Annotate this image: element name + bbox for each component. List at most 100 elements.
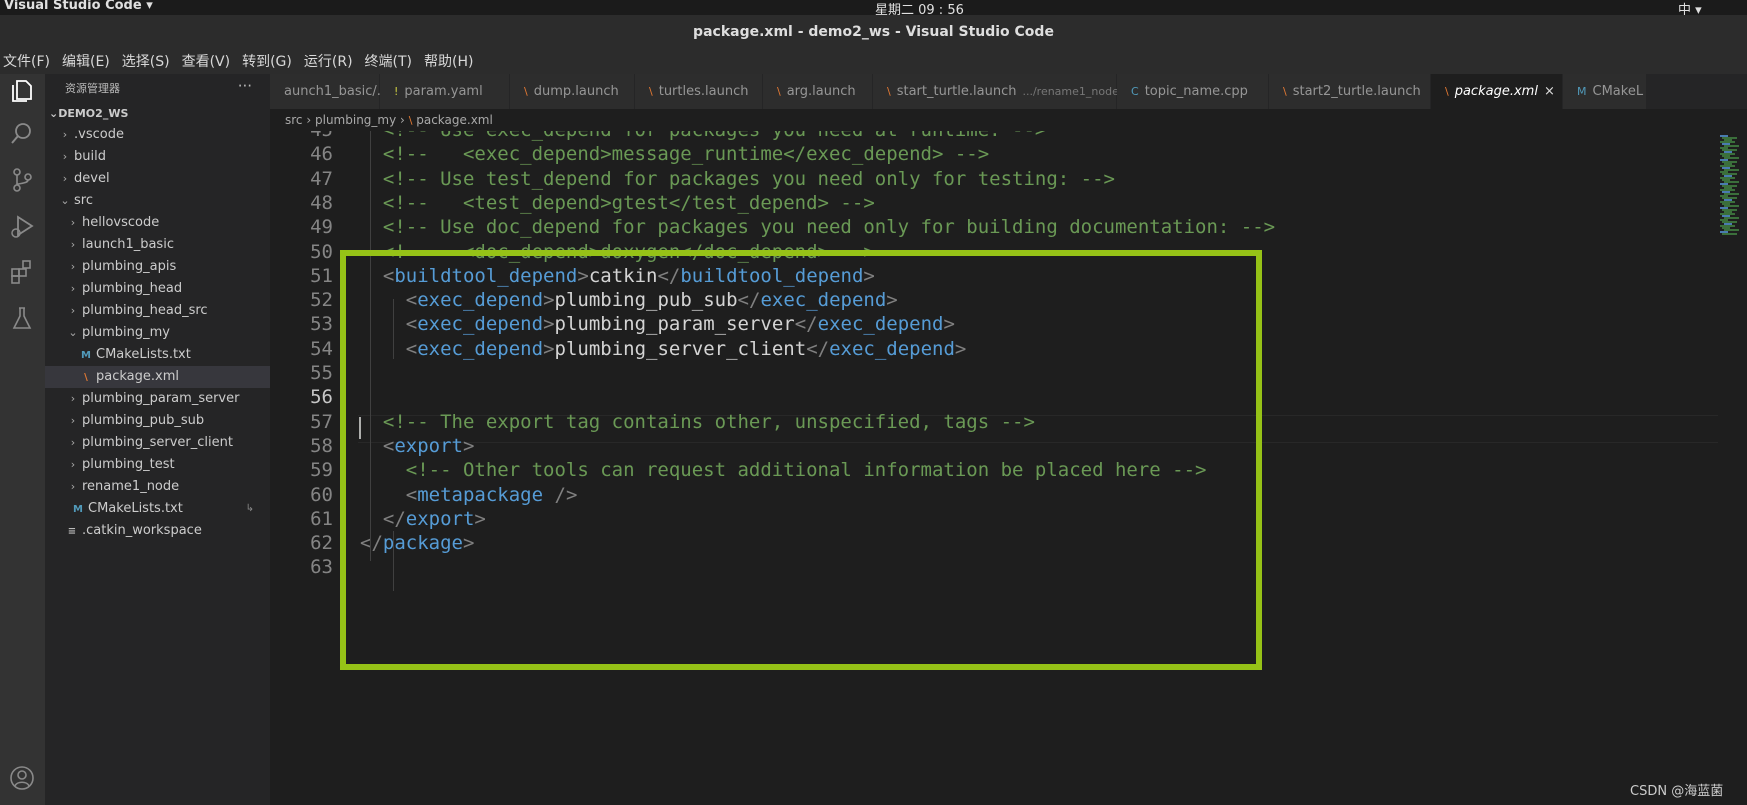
symlink-badge: ↳ (245, 503, 254, 514)
line-number: 49 (310, 216, 333, 239)
tab-label: dump.launch (533, 84, 619, 99)
close-icon[interactable]: × (1544, 84, 1555, 99)
tree-item[interactable]: ≡ .catkin_workspace (45, 520, 270, 542)
explorer-title: 资源管理器 (65, 82, 120, 95)
line-number: 52 (310, 289, 333, 312)
tree-item[interactable]: ⌄ plumbing_my (45, 322, 270, 344)
menu-item[interactable]: 终端(T) (365, 50, 412, 74)
tree-item[interactable]: › launch1_basic (45, 234, 270, 256)
editor-tab[interactable]: ! param.yaml (380, 74, 510, 109)
editor-tab[interactable]: \ package.xml × (1431, 74, 1563, 109)
editor-tab[interactable]: \ turtles.launch (635, 74, 763, 109)
tree-item[interactable]: › plumbing_head_src (45, 300, 270, 322)
tree-item-label: plumbing_server_client (82, 435, 233, 450)
line-number: 53 (310, 313, 333, 336)
window-title: package.xml - demo2_ws - Visual Studio C… (0, 15, 1747, 50)
file-tree: › .vscode › build › devel ⌄ src › hellovscode › lau… (45, 124, 270, 542)
tree-item[interactable]: › .vscode (45, 124, 270, 146)
menu-item[interactable]: 编辑(E) (62, 50, 110, 74)
chevron-right-icon: › (62, 128, 68, 141)
account-icon[interactable] (8, 764, 36, 792)
tree-item[interactable]: › plumbing_head (45, 278, 270, 300)
tree-item-label: plumbing_my (82, 325, 170, 340)
menu-item[interactable]: 运行(R) (304, 50, 353, 74)
xml-file-icon: \ (524, 85, 528, 98)
chevron-down-icon: ⌄ (68, 326, 78, 339)
explorer-sidebar: 资源管理器 ··· ⌄DEMO2_WS › .vscode › build › devel… (45, 74, 270, 805)
run-debug-icon[interactable] (8, 212, 36, 240)
chevron-right-icon: › (70, 392, 76, 405)
tree-item-label: launch1_basic (82, 237, 174, 252)
testing-icon[interactable] (8, 304, 36, 332)
editor-tab[interactable]: Ctopic_name.cpp (1117, 74, 1269, 109)
editor-tab[interactable]: aunch1_basic/... (270, 74, 389, 109)
menu-item[interactable]: 选择(S) (122, 50, 170, 74)
breadcrumb-separator: › (306, 113, 312, 127)
workspace-root[interactable]: ⌄DEMO2_WS (45, 104, 270, 124)
tree-item[interactable]: M CMakeLists.txt ↳ (45, 498, 270, 520)
code-line: 63 (270, 554, 333, 581)
breadcrumb-src[interactable]: src (285, 113, 303, 127)
xml-file-icon: \ (1283, 85, 1287, 98)
tree-item[interactable]: › devel (45, 168, 270, 190)
xml-file-icon: \ (887, 85, 891, 98)
tree-item[interactable]: › build (45, 146, 270, 168)
tree-item[interactable]: › plumbing_param_server (45, 388, 270, 410)
xml-file-icon: \ (84, 372, 88, 383)
xml-file-icon: \ (408, 114, 413, 127)
tree-item[interactable]: › plumbing_pub_sub (45, 410, 270, 432)
search-icon[interactable] (8, 120, 36, 148)
breadcrumb-plumbing-my[interactable]: plumbing_my (315, 113, 396, 127)
tree-item-label: build (74, 149, 106, 164)
tree-item[interactable]: › plumbing_test (45, 454, 270, 476)
chevron-right-icon: › (62, 172, 68, 185)
code-line: 59 <!-- Other tools can request addition… (270, 457, 1206, 484)
tree-item-label: package.xml (96, 369, 179, 384)
code-line: 55 (270, 360, 333, 387)
text-file-icon: ≡ (67, 526, 77, 537)
cmake-file-icon: M (73, 504, 83, 515)
menu-item[interactable]: 文件(F) (3, 50, 50, 74)
source-control-icon[interactable] (8, 166, 36, 194)
app-menu[interactable]: Visual Studio Code ▾ (4, 0, 153, 13)
tree-item-label: rename1_node (82, 479, 180, 494)
more-actions-icon[interactable]: ··· (238, 71, 252, 101)
code-line: 62 </package> (270, 530, 474, 557)
chevron-right-icon: › (62, 150, 68, 163)
editor-tab[interactable]: \ arg.launch (763, 74, 873, 109)
minimap[interactable] (1718, 131, 1747, 805)
tree-item-label: plumbing_head (82, 281, 183, 296)
code-line: 54 <exec_depend>plumbing_server_client</… (270, 336, 966, 363)
tree-item[interactable]: ⌄ src (45, 190, 270, 212)
menu-item[interactable]: 查看(V) (182, 50, 231, 74)
tree-item[interactable]: › plumbing_server_client (45, 432, 270, 454)
tree-item-label: plumbing_test (82, 457, 175, 472)
tree-item-label: CMakeLists.txt (96, 347, 191, 362)
code-line: 60 <metapackage /> (270, 482, 577, 509)
watermark: CSDN @海蓝菌 (1630, 784, 1724, 799)
code-text: <!-- Use doc_depend for packages you nee… (360, 216, 1276, 239)
code-line: 58 <export> (270, 433, 474, 460)
tree-item-label: plumbing_param_server (82, 391, 240, 406)
tree-item[interactable]: › plumbing_apis (45, 256, 270, 278)
files-icon[interactable] (8, 76, 36, 104)
editor-tab[interactable]: \ dump.launch (510, 74, 635, 109)
tree-item[interactable]: › hellovscode (45, 212, 270, 234)
breadcrumb-package-xml[interactable]: package.xml (416, 113, 493, 127)
editor-tab[interactable]: \ start2_turtle.launch (1269, 74, 1431, 109)
line-number: 50 (310, 240, 333, 263)
tree-item[interactable]: M CMakeLists.txt (45, 344, 270, 366)
line-number: 55 (310, 362, 333, 384)
line-number: 63 (310, 556, 333, 579)
editor-tab[interactable]: \ start_turtle.launch .../rename1_node/... (873, 74, 1133, 109)
code-line: 61 </export> (270, 506, 486, 533)
yaml-file-icon: ! (394, 85, 399, 98)
line-number: 54 (310, 337, 333, 360)
tree-item[interactable]: \ package.xml (45, 366, 270, 388)
editor-tab[interactable]: M CMakeL (1563, 74, 1647, 109)
chevron-right-icon: › (70, 260, 76, 273)
menu-item[interactable]: 帮助(H) (424, 50, 473, 74)
code-line: 53 <exec_depend>plumbing_param_server</e… (270, 311, 955, 338)
tree-item[interactable]: › rename1_node (45, 476, 270, 498)
extensions-icon[interactable] (8, 258, 36, 286)
